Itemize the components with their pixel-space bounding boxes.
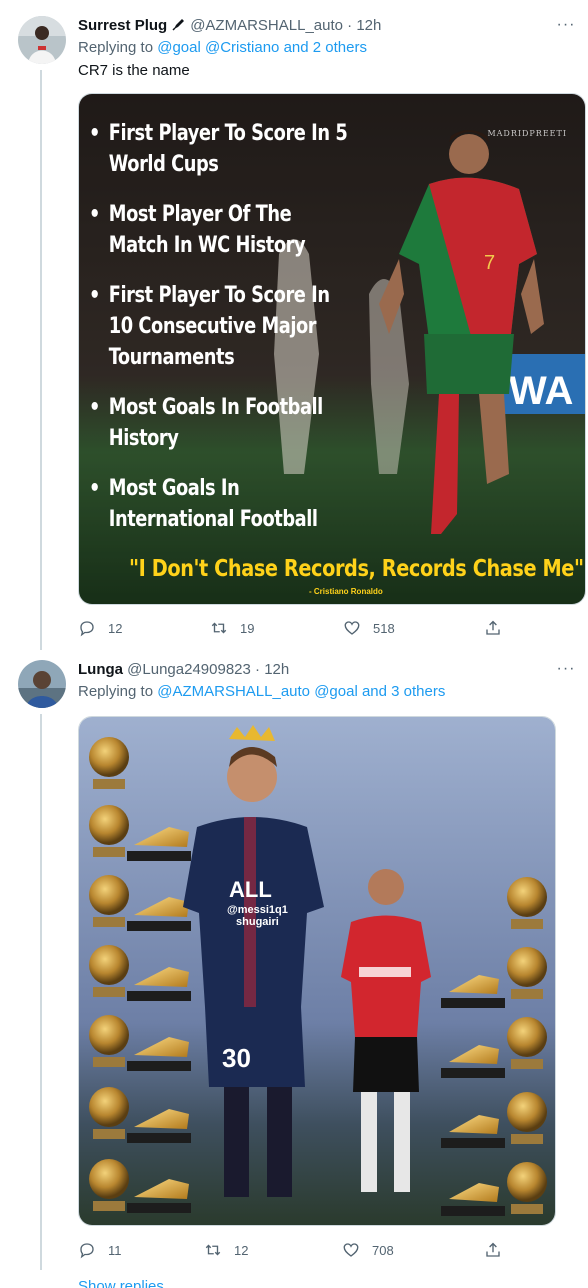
svg-text:WA: WA: [509, 369, 573, 413]
reply-icon: [80, 621, 94, 637]
replying-to: Replying to @goal @Cristiano and 2 other…: [78, 38, 568, 58]
record-text: First Player To Score In 10 Consecutive …: [108, 283, 330, 370]
quote-text: "I Don't Chase Records, Records Chase Me…: [129, 556, 584, 582]
watermark-handle: @messi1q1: [227, 904, 288, 916]
record-text: Most Goals In Football History: [108, 395, 323, 451]
replying-to: Replying to @AZMARSHALL_auto @goal and 3…: [78, 682, 568, 702]
action-bar: 11 12 708: [78, 1239, 508, 1261]
record-text: First Player To Score In 5 World Cups: [108, 121, 348, 177]
watermark-handle: shugairi: [236, 916, 279, 928]
tweet-header: Lunga @Lunga24909823 · 12h: [78, 660, 548, 680]
record-item: • Most Player Of The Match In WC History: [89, 199, 350, 261]
reply-count: 11: [108, 1242, 122, 1258]
mention-link[interactable]: @goal: [157, 39, 201, 56]
messi-ronaldo-photo: ALL 30: [79, 717, 555, 1225]
tweet-image[interactable]: WA 7 MADRIDPREETI • First Player To Score…: [78, 93, 586, 605]
svg-text:30: 30: [222, 1043, 251, 1073]
record-item: • First Player To Score In 5 World Cups: [89, 118, 350, 180]
record-item: • Most Goals In International Football: [89, 473, 350, 535]
display-name[interactable]: Surrest Plug: [78, 17, 167, 34]
mention-link[interactable]: @Cristiano and 2 others: [205, 39, 367, 56]
retweet-count: 12: [234, 1242, 249, 1258]
tweet-image[interactable]: ALL 30 @messi1q1 shugairi: [78, 716, 556, 1226]
share-button[interactable]: [484, 617, 512, 639]
like-count: 708: [372, 1242, 394, 1258]
watermark: MADRIDPREETI: [487, 129, 567, 138]
reply-button[interactable]: 12: [78, 617, 122, 639]
separator-dot: ·: [255, 661, 261, 678]
edit-pen-icon: [171, 16, 187, 32]
mention-link[interactable]: @goal and 3 others: [314, 683, 445, 700]
show-replies-link[interactable]: Show replies: [78, 1278, 164, 1288]
image-watermark: @messi1q1 shugairi: [227, 904, 288, 928]
svg-text:7: 7: [484, 252, 495, 274]
quote-author: - Cristiano Ronaldo: [309, 587, 383, 596]
timestamp[interactable]: 12h: [264, 661, 289, 678]
more-icon[interactable]: ···: [554, 661, 578, 683]
tweet-header: Surrest Plug @AZMARSHALL_auto · 12h: [78, 16, 548, 36]
tweet-text: CR7 is the name: [78, 62, 190, 79]
record-item: • First Player To Score In 10 Consecutive…: [89, 280, 350, 373]
like-button[interactable]: 518: [343, 617, 395, 639]
retweet-icon: [211, 622, 227, 634]
heart-icon: [344, 621, 360, 635]
retweet-count: 19: [240, 620, 255, 636]
user-handle[interactable]: @AZMARSHALL_auto: [190, 17, 343, 34]
retweet-button[interactable]: 12: [204, 1239, 248, 1261]
like-button[interactable]: 708: [342, 1239, 394, 1261]
separator-dot: ·: [347, 17, 353, 34]
svg-text:ALL: ALL: [229, 877, 272, 902]
mention-link[interactable]: @AZMARSHALL_auto: [157, 683, 310, 700]
records-list: • First Player To Score In 5 World Cups •…: [89, 118, 379, 554]
tweet[interactable]: Surrest Plug @AZMARSHALL_auto · 12h ··· R…: [0, 0, 588, 650]
like-count: 518: [373, 620, 395, 636]
replying-to-label: Replying to: [78, 683, 154, 700]
timestamp[interactable]: 12h: [356, 17, 381, 34]
user-handle[interactable]: @Lunga24909823: [127, 661, 251, 678]
record-text: Most Player Of The Match In WC History: [108, 202, 306, 258]
retweet-icon: [205, 1244, 221, 1256]
action-bar: 12 19 518: [78, 617, 508, 639]
record-item: • Most Goals In Football History: [89, 392, 350, 454]
display-name[interactable]: Lunga: [78, 661, 123, 678]
retweet-button[interactable]: 19: [210, 617, 254, 639]
tweet[interactable]: Lunga @Lunga24909823 · 12h ··· Replying …: [0, 650, 588, 1270]
heart-icon: [343, 1243, 359, 1257]
reply-count: 12: [108, 620, 123, 636]
share-icon: [486, 620, 500, 635]
avatar[interactable]: [18, 660, 66, 708]
share-button[interactable]: [484, 1239, 512, 1261]
record-text: Most Goals In International Football: [108, 476, 318, 532]
share-icon: [486, 1242, 500, 1257]
reply-button[interactable]: 11: [78, 1239, 122, 1261]
replying-to-label: Replying to: [78, 39, 154, 56]
more-icon[interactable]: ···: [554, 17, 578, 39]
reply-icon: [80, 1243, 94, 1259]
avatar[interactable]: [18, 16, 66, 64]
